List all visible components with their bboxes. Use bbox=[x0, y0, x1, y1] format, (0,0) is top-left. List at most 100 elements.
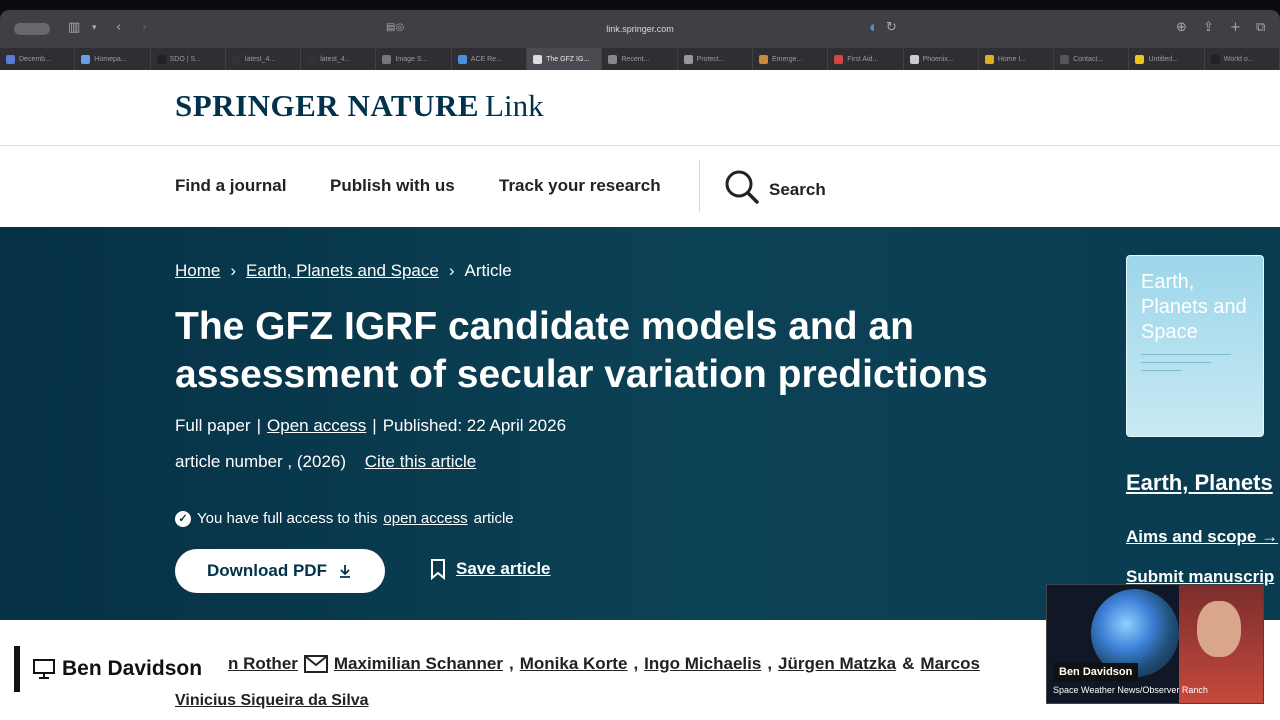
journal-cover[interactable]: Earth, Planets and Space bbox=[1126, 255, 1264, 437]
author-link[interactable]: n Rother bbox=[228, 654, 298, 674]
nav-publish[interactable]: Publish with us bbox=[330, 176, 455, 196]
logo-brand: SPRINGER NATURE bbox=[175, 88, 480, 123]
author-link[interactable]: Monika Korte bbox=[520, 654, 628, 674]
browser-tab[interactable]: First Aid... bbox=[828, 48, 904, 70]
browser-tab[interactable]: Emerge... bbox=[753, 48, 829, 70]
presenter-lower-third: Ben Davidson bbox=[14, 646, 228, 692]
nav-track-research[interactable]: Track your research bbox=[499, 176, 661, 196]
author-link[interactable]: Ingo Michaelis bbox=[644, 654, 761, 674]
reader-icon[interactable]: ▤◎ bbox=[386, 18, 404, 38]
browser-tab[interactable]: Recent... bbox=[602, 48, 678, 70]
favicon-icon bbox=[984, 54, 994, 64]
chevron-right-icon: › bbox=[230, 261, 237, 280]
tab-label: First Aid... bbox=[847, 55, 879, 63]
journal-title-link[interactable]: Earth, Planets bbox=[1126, 470, 1273, 496]
browser-tab[interactable]: latest_4... bbox=[301, 48, 377, 70]
address-bar[interactable]: link.springer.com bbox=[520, 21, 760, 37]
nav-find-journal[interactable]: Find a journal bbox=[175, 176, 286, 196]
search-button[interactable]: Search bbox=[769, 180, 826, 200]
arrow-right-icon: → bbox=[1261, 527, 1279, 546]
nav-divider bbox=[699, 160, 700, 212]
tab-label: Untitled... bbox=[1148, 55, 1179, 63]
author-link[interactable]: Jürgen Matzka bbox=[778, 654, 896, 674]
breadcrumb: Home › Earth, Planets and Space › Articl… bbox=[175, 261, 512, 281]
favicon-icon bbox=[683, 54, 693, 64]
browser-tab[interactable]: ACE Re... bbox=[452, 48, 528, 70]
aims-scope-link[interactable]: Aims and scope → bbox=[1126, 527, 1278, 547]
favicon-icon bbox=[1135, 54, 1145, 64]
article-number: article number , (2026) bbox=[175, 452, 347, 471]
back-arrow-icon[interactable]: ‹ bbox=[116, 18, 121, 38]
download-label: Download PDF bbox=[207, 561, 327, 580]
browser-tab[interactable]: latest_4... bbox=[226, 48, 302, 70]
tab-label: Homepa... bbox=[94, 55, 127, 63]
cite-link[interactable]: Cite this article bbox=[365, 452, 476, 471]
access-open-link[interactable]: open access bbox=[383, 510, 467, 527]
browser-tab[interactable]: Home l... bbox=[979, 48, 1055, 70]
breadcrumb-current: Article bbox=[464, 261, 512, 280]
monitor-icon bbox=[33, 659, 55, 679]
article-citation: article number , (2026) Cite this articl… bbox=[175, 452, 476, 472]
window-controls[interactable] bbox=[14, 23, 50, 35]
favicon-icon bbox=[156, 54, 166, 64]
webcam-overlay: Ben Davidson Space Weather News/Observer… bbox=[1046, 584, 1264, 704]
download-icon[interactable]: ⊕ bbox=[1176, 18, 1187, 38]
favicon-icon bbox=[382, 54, 392, 64]
open-access-link[interactable]: Open access bbox=[267, 416, 366, 435]
download-pdf-button[interactable]: Download PDF bbox=[175, 549, 385, 593]
forward-arrow-icon[interactable]: › bbox=[142, 18, 147, 38]
article-title: The GFZ IGRF candidate models and an ass… bbox=[175, 305, 988, 396]
chevron-right-icon: › bbox=[448, 261, 455, 280]
browser-tab[interactable]: Contact... bbox=[1054, 48, 1130, 70]
tab-strip: Decemb... Homepa... SDO | S... latest_4... l… bbox=[0, 48, 1280, 70]
browser-tab[interactable]: SDO | S... bbox=[151, 48, 226, 70]
tab-label: SDO | S... bbox=[169, 55, 201, 63]
cam-name-tag: Ben Davidson bbox=[1053, 663, 1139, 681]
tab-label: Contact... bbox=[1073, 55, 1104, 63]
browser-tab[interactable]: Untitled... bbox=[1129, 48, 1205, 70]
save-article-button[interactable]: Save article bbox=[430, 558, 551, 580]
browser-tab[interactable]: Homepa... bbox=[75, 48, 151, 70]
browser-tab[interactable]: Protect... bbox=[678, 48, 753, 70]
tab-label: Emerge... bbox=[771, 55, 803, 63]
reload-icon[interactable]: ↻ bbox=[886, 18, 897, 38]
browser-tab[interactable]: Decemb... bbox=[0, 48, 76, 70]
search-icon[interactable] bbox=[725, 170, 759, 204]
breadcrumb-journal[interactable]: Earth, Planets and Space bbox=[246, 261, 439, 281]
tab-label: Decemb... bbox=[19, 55, 51, 63]
cover-title: Earth, Planets and Space bbox=[1141, 271, 1247, 343]
access-text-end: article bbox=[473, 510, 514, 527]
favicon-icon bbox=[1210, 54, 1220, 64]
browser-tab[interactable]: The GFZ IG... bbox=[527, 48, 603, 70]
cover-rule bbox=[1141, 362, 1211, 363]
tab-overview-icon[interactable]: ⧉ bbox=[1256, 18, 1265, 38]
email-icon[interactable] bbox=[303, 655, 328, 673]
chevron-down-icon[interactable]: ▾ bbox=[92, 18, 97, 38]
article-hero: Home › Earth, Planets and Space › Articl… bbox=[0, 227, 1280, 620]
tab-label: latest_4... bbox=[320, 55, 351, 63]
author-link[interactable]: Vinicius Siqueira da Silva bbox=[175, 692, 369, 710]
share-icon[interactable]: ⇪ bbox=[1203, 18, 1214, 38]
tab-label: Image S... bbox=[395, 55, 428, 63]
presenter-face bbox=[1197, 601, 1241, 657]
download-icon bbox=[339, 565, 350, 578]
cover-rule bbox=[1141, 354, 1231, 355]
new-tab-icon[interactable]: + bbox=[1230, 18, 1241, 38]
browser-tab[interactable]: Image S... bbox=[376, 48, 452, 70]
tab-label: ACE Re... bbox=[470, 55, 502, 63]
favicon-icon bbox=[834, 54, 844, 64]
favicon-icon bbox=[307, 54, 317, 64]
cam-subtitle: Space Weather News/Observer Ranch bbox=[1053, 685, 1208, 695]
tab-label: latest_4... bbox=[244, 55, 276, 63]
author-link[interactable]: Maximilian Schanner bbox=[334, 654, 503, 674]
favicon-icon bbox=[1060, 54, 1070, 64]
breadcrumb-home[interactable]: Home bbox=[175, 261, 220, 281]
springer-nature-logo[interactable]: SPRINGER NATURE Link bbox=[175, 88, 544, 124]
favicon-icon bbox=[909, 54, 919, 64]
save-label: Save article bbox=[456, 559, 551, 578]
author-link[interactable]: Marcos bbox=[920, 654, 980, 674]
extension-icon[interactable]: ◖ bbox=[870, 18, 875, 38]
browser-tab[interactable]: Phoenix... bbox=[904, 48, 979, 70]
sidebar-toggle-icon[interactable]: ▥ bbox=[68, 18, 80, 38]
browser-tab[interactable]: World o... bbox=[1205, 48, 1280, 70]
